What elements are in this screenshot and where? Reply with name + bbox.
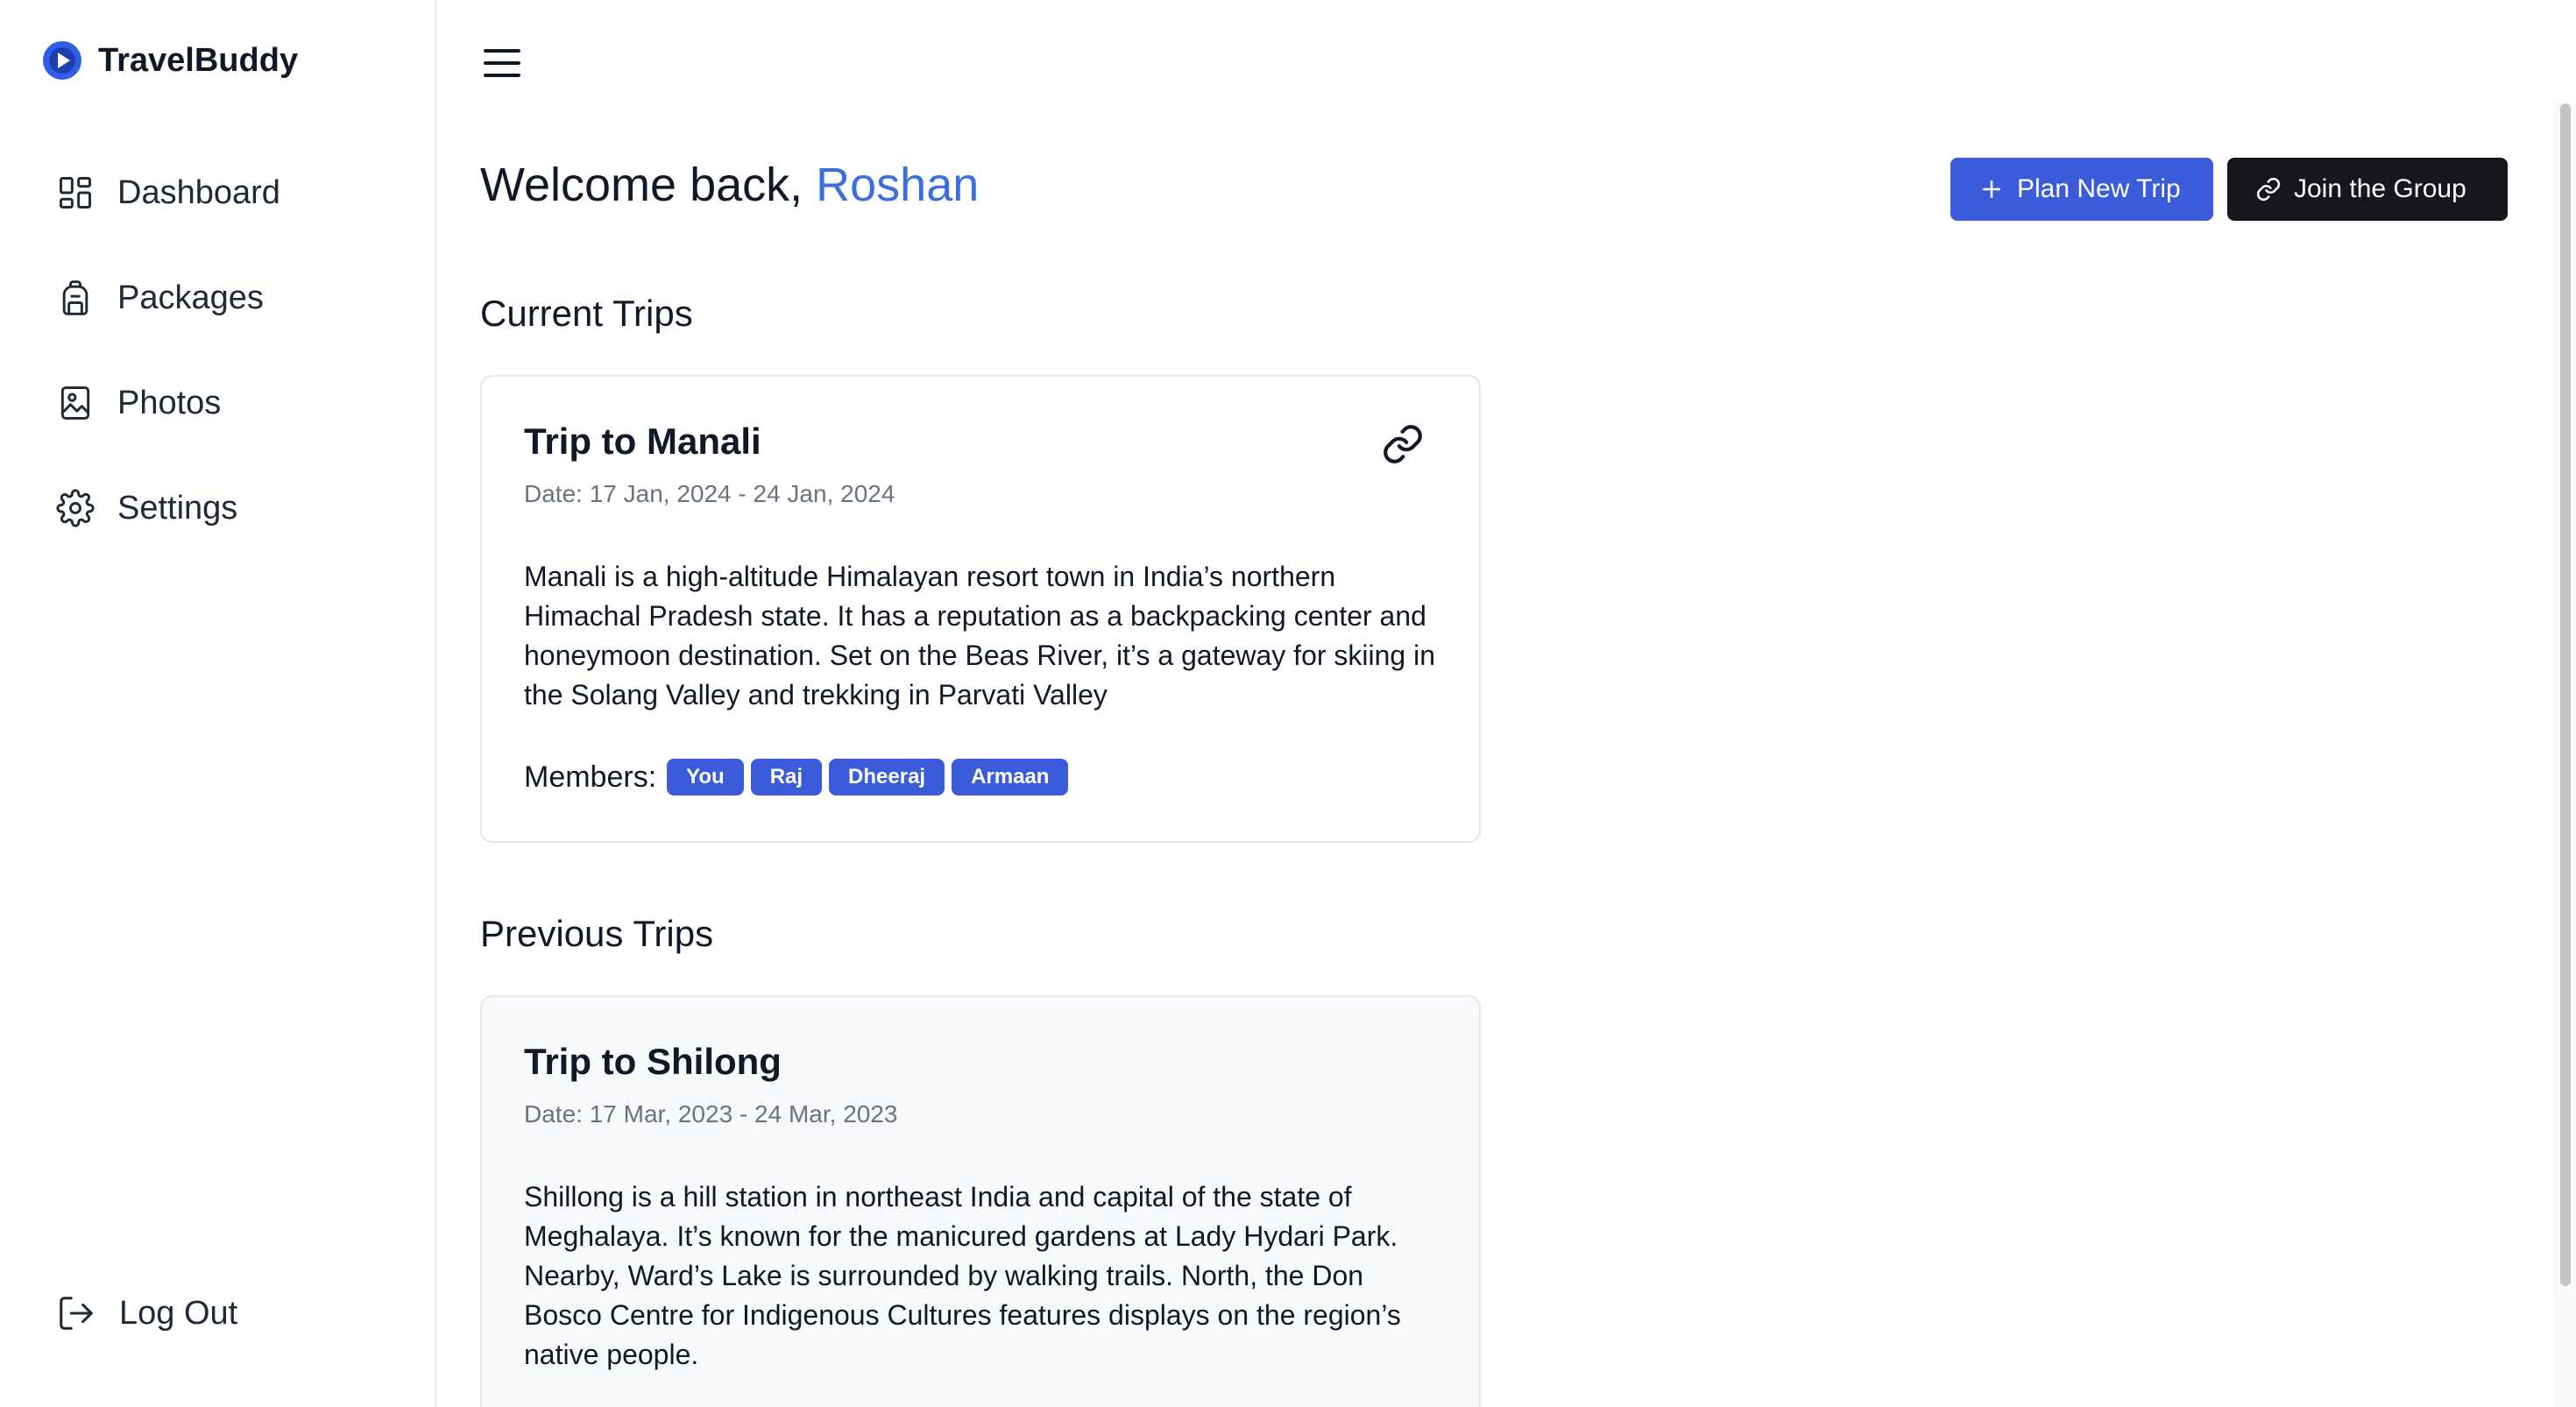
previous-trips-heading: Previous Trips bbox=[480, 913, 714, 954]
backpack-icon bbox=[62, 280, 88, 315]
sidebar-item-settings[interactable]: Settings bbox=[56, 482, 280, 534]
sidebar-item-label: Photos bbox=[117, 384, 222, 421]
sidebar-item-label: Dashboard bbox=[117, 173, 280, 211]
sidebar-nav: Dashboard Packages Photos Settings bbox=[56, 166, 280, 587]
current-trip-card: Trip to Manali Date: 17 Jan, 2024 - 24 J… bbox=[480, 375, 1481, 843]
page-title: Welcome back, Roshan bbox=[480, 158, 979, 212]
sidebar-item-photos[interactable]: Photos bbox=[56, 377, 280, 429]
scrollbar-thumb[interactable] bbox=[2560, 103, 2571, 1286]
plus-icon bbox=[1983, 180, 2000, 198]
user-name: Roshan bbox=[816, 159, 980, 211]
member-badge: Dheeraj bbox=[829, 759, 945, 795]
member-badge: You bbox=[667, 759, 744, 795]
trip-date: Date: 17 Mar, 2023 - 24 Mar, 2023 bbox=[524, 1100, 898, 1128]
members-label: Members: bbox=[524, 760, 657, 794]
join-group-label: Join the Group bbox=[2294, 174, 2466, 203]
sidebar-item-packages[interactable]: Packages bbox=[56, 272, 280, 324]
brand[interactable]: TravelBuddy bbox=[42, 40, 298, 81]
link-icon bbox=[2256, 177, 2281, 202]
sidebar: TravelBuddy Dashboard Packages Photos Se… bbox=[0, 0, 436, 1407]
menu-toggle-icon[interactable] bbox=[484, 49, 520, 82]
welcome-text: Welcome back, bbox=[480, 159, 817, 211]
share-link-icon[interactable] bbox=[1381, 422, 1425, 466]
trip-description: Manali is a high-altitude Himalayan reso… bbox=[524, 561, 1436, 711]
trip-description: Shillong is a hill station in northeast … bbox=[524, 1181, 1401, 1370]
sidebar-item-label: Settings bbox=[117, 489, 238, 527]
trip-date: Date: 17 Jan, 2024 - 24 Jan, 2024 bbox=[524, 480, 895, 507]
brand-name: TravelBuddy bbox=[98, 41, 299, 79]
members-row: Members: You Raj Dheeraj Armaan bbox=[524, 759, 1069, 795]
logout-label: Log Out bbox=[119, 1294, 238, 1332]
previous-trip-card: Trip to Shilong Date: 17 Mar, 2023 - 24 … bbox=[480, 995, 1481, 1407]
app-root: TravelBuddy Dashboard Packages Photos Se… bbox=[0, 0, 2576, 1407]
logout-button[interactable]: Log Out bbox=[56, 1293, 237, 1333]
current-trips-heading: Current Trips bbox=[480, 293, 693, 334]
sidebar-item-dashboard[interactable]: Dashboard bbox=[56, 166, 280, 219]
plan-new-trip-button[interactable]: Plan New Trip bbox=[1950, 158, 2213, 221]
dashboard-icon bbox=[60, 177, 91, 209]
gear-icon bbox=[56, 489, 95, 527]
member-badge: Armaan bbox=[952, 759, 1069, 795]
join-group-button[interactable]: Join the Group bbox=[2227, 158, 2508, 221]
plan-new-trip-label: Plan New Trip bbox=[2017, 174, 2181, 203]
sidebar-item-label: Packages bbox=[117, 279, 264, 316]
photo-icon bbox=[60, 386, 90, 420]
logo-icon bbox=[43, 41, 81, 80]
trip-title: Trip to Shilong bbox=[524, 1041, 782, 1082]
member-badge: Raj bbox=[750, 759, 823, 795]
main-content: Welcome back, Roshan Plan New Trip Join … bbox=[438, 0, 2550, 1407]
trip-title: Trip to Manali bbox=[524, 421, 761, 462]
logout-icon bbox=[60, 1297, 93, 1330]
